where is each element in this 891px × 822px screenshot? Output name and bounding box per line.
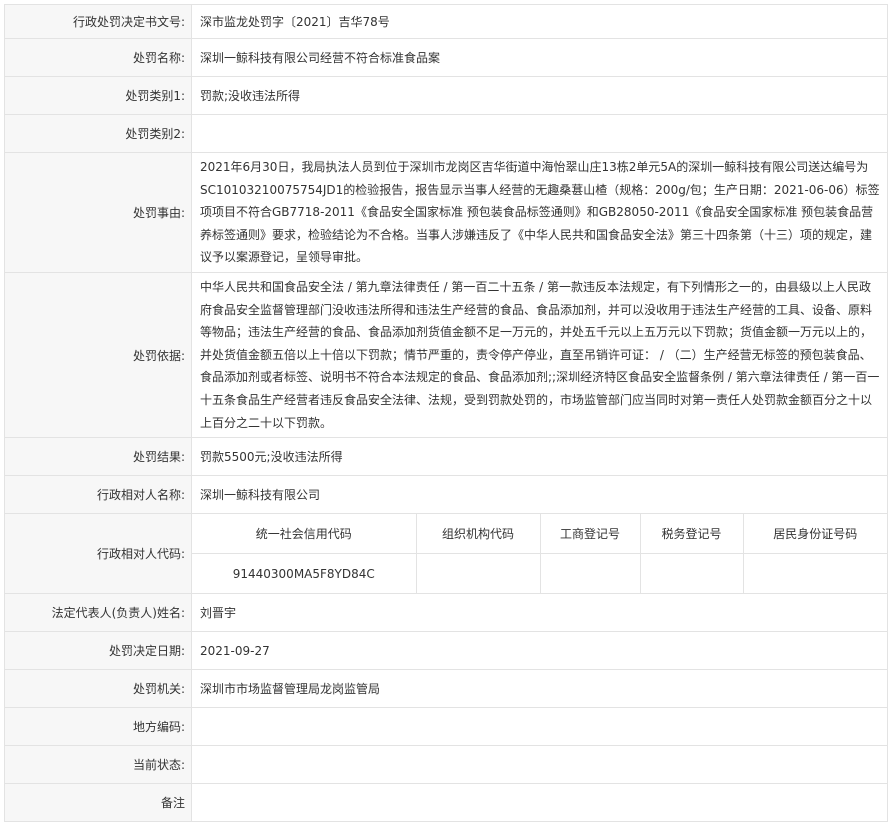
party-code-header-row: 统一社会信用代码 组织机构代码 工商登记号 税务登记号 居民身份证号码: [192, 514, 887, 555]
category2-label: 处罚类别2:: [4, 114, 192, 153]
row-category2: 处罚类别2:: [4, 114, 888, 153]
row-legal-rep: 法定代表人(负责人)姓名: 刘晋宇: [4, 593, 888, 633]
row-party-code: 行政相对人代码: 统一社会信用代码 组织机构代码 工商登记号 税务登记号 居民身…: [4, 513, 888, 595]
row-remarks: 备注: [4, 783, 888, 822]
date-value: 2021-09-27: [191, 631, 888, 671]
row-category1: 处罚类别1: 罚款;没收违法所得: [4, 76, 888, 115]
basis-value: 中华人民共和国食品安全法 / 第九章法律责任 / 第一百二十五条 / 第一款违反…: [191, 271, 888, 439]
status-value: [191, 745, 888, 785]
result-value: 罚款5500元;没收违法所得: [191, 437, 888, 477]
row-status: 当前状态:: [4, 745, 888, 785]
party-code-subtable: 统一社会信用代码 组织机构代码 工商登记号 税务登记号 居民身份证号码 9144…: [192, 514, 887, 594]
row-doc-no: 行政处罚决定书文号: 深市监龙处罚字〔2021〕吉华78号: [4, 4, 888, 39]
status-label: 当前状态:: [4, 745, 192, 785]
row-basis: 处罚依据: 中华人民共和国食品安全法 / 第九章法律责任 / 第一百二十五条 /…: [4, 271, 888, 439]
region-code-label: 地方编码:: [4, 707, 192, 747]
facts-value: 2021年6月30日，我局执法人员到位于深圳市龙岗区吉华街道中海怡翠山庄13栋2…: [191, 152, 888, 273]
row-result: 处罚结果: 罚款5500元;没收违法所得: [4, 437, 888, 477]
case-name-value: 深圳一鲸科技有限公司经营不符合标准食品案: [191, 38, 888, 77]
authority-label: 处罚机关:: [4, 669, 192, 709]
row-date: 处罚决定日期: 2021-09-27: [4, 631, 888, 671]
party-code-label: 行政相对人代码:: [4, 513, 192, 595]
header-id-number: 居民身份证号码: [742, 514, 887, 555]
category2-value: [191, 114, 888, 153]
value-org-code: [415, 553, 540, 594]
remarks-label: 备注: [4, 783, 192, 822]
result-label: 处罚结果:: [4, 437, 192, 477]
authority-value: 深圳市市场监督管理局龙岗监管局: [191, 669, 888, 709]
legal-rep-value: 刘晋宇: [191, 593, 888, 633]
value-tax-reg: [639, 553, 743, 594]
value-id-number: [742, 553, 887, 594]
row-authority: 处罚机关: 深圳市市场监督管理局龙岗监管局: [4, 669, 888, 709]
row-case-name: 处罚名称: 深圳一鲸科技有限公司经营不符合标准食品案: [4, 38, 888, 77]
row-party-name: 行政相对人名称: 深圳一鲸科技有限公司: [4, 475, 888, 515]
value-business-reg: [539, 553, 640, 594]
penalty-info-table: 行政处罚决定书文号: 深市监龙处罚字〔2021〕吉华78号 处罚名称: 深圳一鲸…: [4, 4, 888, 822]
basis-label: 处罚依据:: [4, 271, 192, 439]
date-label: 处罚决定日期:: [4, 631, 192, 671]
value-credit-code: 91440300MA5F8YD84C: [232, 566, 375, 581]
doc-no-value: 深市监龙处罚字〔2021〕吉华78号: [191, 4, 888, 39]
header-business-reg: 工商登记号: [539, 514, 640, 555]
party-code-cell: 统一社会信用代码 组织机构代码 工商登记号 税务登记号 居民身份证号码 9144…: [191, 513, 888, 595]
row-facts: 处罚事由: 2021年6月30日，我局执法人员到位于深圳市龙岗区吉华街道中海怡翠…: [4, 152, 888, 273]
header-tax-reg: 税务登记号: [639, 514, 743, 555]
party-name-label: 行政相对人名称:: [4, 475, 192, 515]
doc-no-label: 行政处罚决定书文号:: [4, 4, 192, 39]
header-credit-code: 统一社会信用代码: [192, 514, 416, 555]
party-name-value: 深圳一鲸科技有限公司: [191, 475, 888, 515]
region-code-value: [191, 707, 888, 747]
header-org-code: 组织机构代码: [415, 514, 540, 555]
category1-value: 罚款;没收违法所得: [191, 76, 888, 115]
row-region-code: 地方编码:: [4, 707, 888, 747]
legal-rep-label: 法定代表人(负责人)姓名:: [4, 593, 192, 633]
case-name-label: 处罚名称:: [4, 38, 192, 77]
remarks-value: [191, 783, 888, 822]
party-code-value-row: 91440300MA5F8YD84C: [192, 553, 887, 594]
facts-label: 处罚事由:: [4, 152, 192, 273]
category1-label: 处罚类别1:: [4, 76, 192, 115]
